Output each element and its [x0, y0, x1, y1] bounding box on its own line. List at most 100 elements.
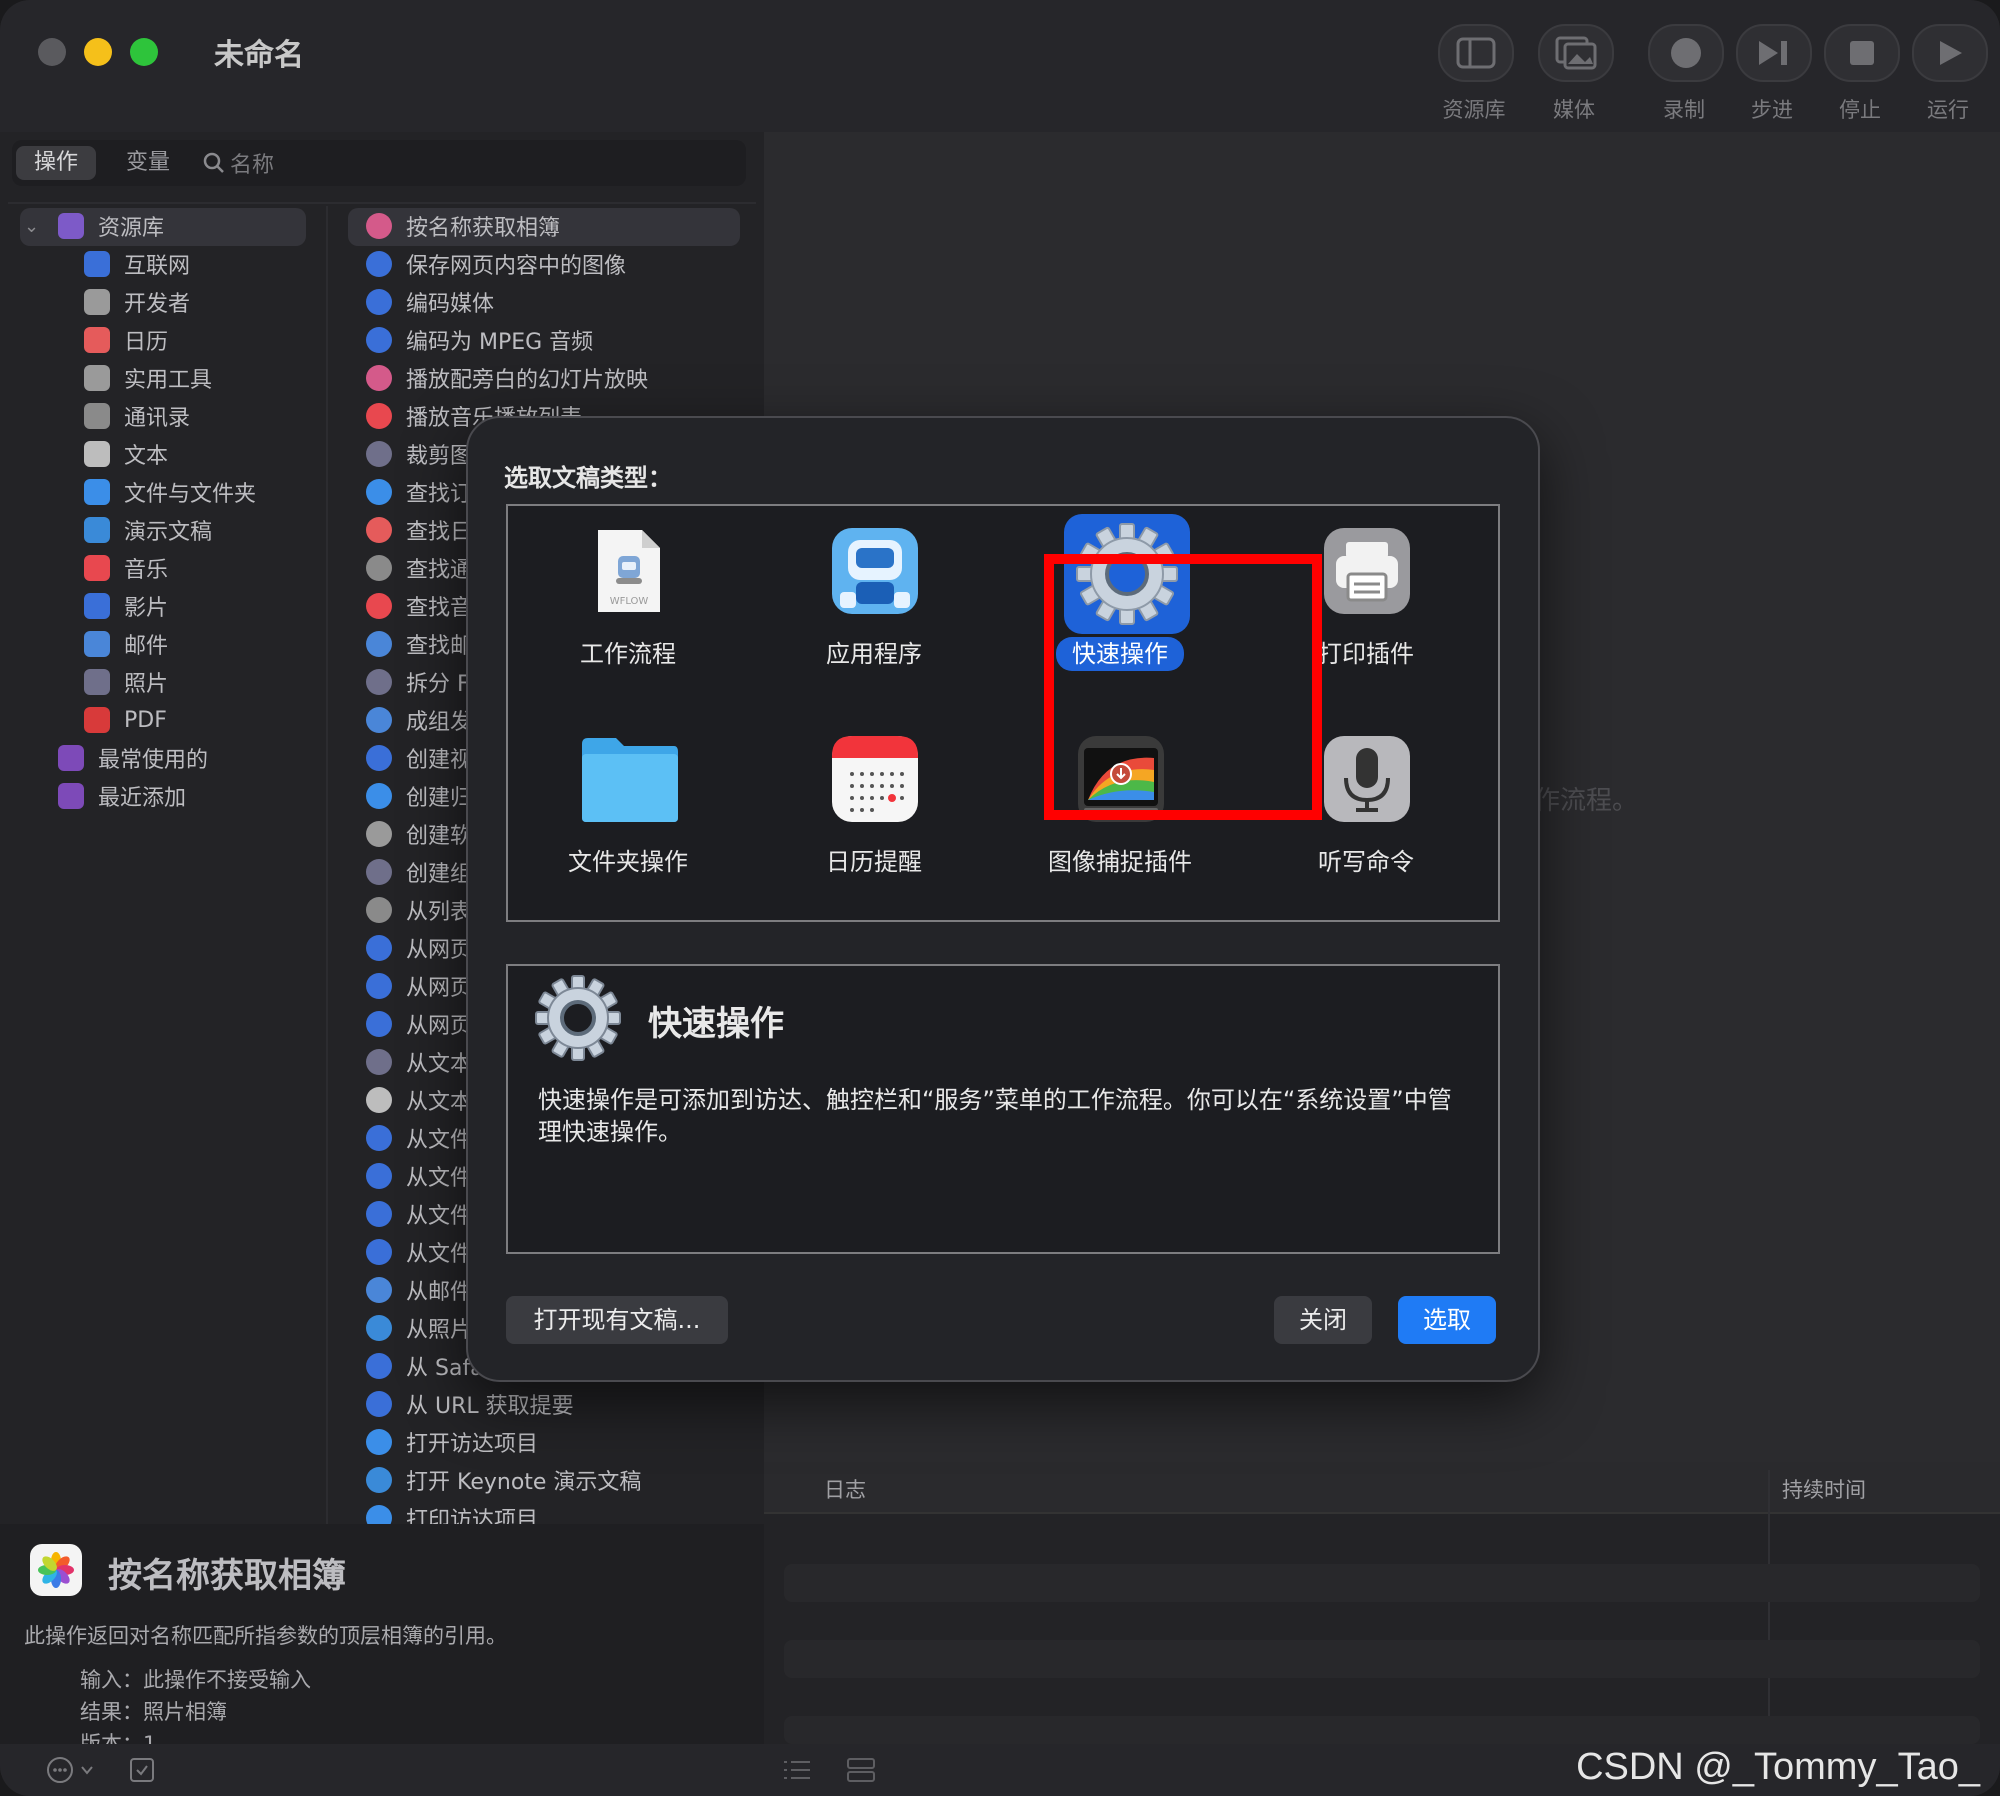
library-item[interactable]: 演示文稿 [84, 512, 212, 548]
search-field[interactable]: 名称 [202, 148, 274, 178]
library-item-icon [84, 593, 110, 619]
action-item[interactable]: 从邮件 [366, 1272, 472, 1308]
action-item[interactable]: 从文件 [366, 1120, 472, 1156]
action-item-icon [366, 973, 392, 999]
tab-actions[interactable]: 操作 [16, 146, 96, 180]
chevron-down-icon[interactable]: ⌄ [24, 216, 39, 237]
action-item[interactable]: 从列表 [366, 892, 472, 928]
step-button[interactable] [1736, 24, 1812, 82]
step-label: 步进 [1751, 98, 1793, 122]
action-item[interactable]: 从网页 [366, 930, 472, 966]
description-toggle-icon[interactable] [128, 1756, 156, 1784]
action-item-icon [366, 1429, 392, 1455]
run-button[interactable] [1912, 24, 1988, 82]
action-item[interactable]: 创建归 [366, 778, 472, 814]
library-item[interactable]: ⌄ 资源库 [24, 208, 164, 244]
list-view-icon[interactable] [782, 1756, 812, 1784]
library-item[interactable]: 开发者 [84, 284, 190, 320]
action-item[interactable]: 查找订 [366, 474, 472, 510]
action-item-icon [366, 1277, 392, 1303]
action-item[interactable]: 从照片 [366, 1310, 472, 1346]
action-item[interactable]: 播放配旁白的幻灯片放映 [366, 360, 648, 396]
action-item[interactable]: 从 URL 获取提要 [366, 1386, 574, 1422]
duration-column-header[interactable]: 持续时间 [1782, 1474, 1866, 1504]
minimize-window-button[interactable] [84, 38, 112, 66]
action-item[interactable]: 从文件 [366, 1158, 472, 1194]
open-existing-button[interactable]: 打开现有文稿... [506, 1296, 728, 1344]
row-view-icon[interactable] [846, 1756, 876, 1784]
action-item[interactable]: 创建软 [366, 816, 472, 852]
action-item-label: 按名称获取相簿 [406, 216, 561, 241]
action-item-icon [366, 1011, 392, 1037]
action-item-icon [366, 1239, 392, 1265]
stop-button[interactable] [1824, 24, 1900, 82]
action-item[interactable]: 从网页 [366, 1006, 472, 1042]
library-button[interactable] [1438, 24, 1514, 82]
record-button[interactable] [1648, 24, 1724, 82]
action-item[interactable]: 保存网页内容中的图像 [366, 246, 626, 282]
action-item[interactable]: 打开访达项目 [366, 1424, 538, 1460]
action-item[interactable]: 编码媒体 [366, 284, 494, 320]
action-item[interactable]: 打开 Keynote 演示文稿 [366, 1462, 641, 1498]
library-item[interactable]: 最常使用的 [58, 740, 208, 776]
choose-button[interactable]: 选取 [1398, 1296, 1496, 1344]
action-item[interactable]: 按名称获取相簿 [366, 208, 560, 244]
type-folder-action[interactable]: 文件夹操作 [508, 722, 748, 912]
action-item[interactable]: 从文本 [366, 1082, 472, 1118]
action-item[interactable]: 从文本 [366, 1044, 472, 1080]
library-item[interactable]: 互联网 [84, 246, 190, 282]
zoom-window-button[interactable] [130, 38, 158, 66]
type-workflow[interactable]: WFLOW 工作流程 [508, 514, 748, 704]
action-item[interactable]: 从文件 [366, 1234, 472, 1270]
action-item[interactable]: 编码为 MPEG 音频 [366, 322, 593, 358]
library-item[interactable]: 文本 [84, 436, 168, 472]
library-item[interactable]: PDF [84, 702, 167, 738]
more-options-icon[interactable] [46, 1756, 98, 1784]
action-item[interactable]: 创建视 [366, 740, 472, 776]
type-workflow-label: 工作流程 [580, 640, 676, 668]
action-item[interactable]: 从文件 [366, 1196, 472, 1232]
library-item-icon [84, 555, 110, 581]
type-print-plugin-label: 打印插件 [1318, 640, 1414, 668]
action-item[interactable]: 查找音 [366, 588, 472, 624]
type-folder-action-label: 文件夹操作 [568, 848, 688, 876]
action-item-icon [366, 1353, 392, 1379]
action-item-icon [366, 517, 392, 543]
library-item[interactable]: 最近添加 [58, 778, 186, 814]
tab-variables[interactable]: 变量 [108, 146, 188, 180]
type-calendar-alarm[interactable]: 日历提醒 [754, 722, 994, 912]
media-button[interactable] [1538, 24, 1614, 82]
library-item[interactable]: 邮件 [84, 626, 168, 662]
action-item[interactable]: 查找日 [366, 512, 472, 548]
close-window-button[interactable] [38, 38, 66, 66]
action-item-icon [366, 859, 392, 885]
action-item-label: 查找订 [406, 482, 473, 507]
close-button[interactable]: 关闭 [1274, 1296, 1372, 1344]
library-item[interactable]: 实用工具 [84, 360, 212, 396]
library-item-label: 音乐 [124, 558, 169, 583]
action-item[interactable]: 裁剪图 [366, 436, 472, 472]
library-item-icon [84, 517, 110, 543]
action-item-label: 保存网页内容中的图像 [406, 254, 627, 279]
library-item[interactable]: 通讯录 [84, 398, 190, 434]
library-item-icon [84, 669, 110, 695]
type-application[interactable]: 应用程序 [754, 514, 994, 704]
action-item-label: 成组发 [406, 710, 473, 735]
library-item[interactable]: 影片 [84, 588, 168, 624]
action-item[interactable]: 查找通 [366, 550, 472, 586]
library-item[interactable]: 音乐 [84, 550, 168, 586]
library-item[interactable]: 日历 [84, 322, 168, 358]
action-item-icon [366, 897, 392, 923]
action-item[interactable]: 从网页 [366, 968, 472, 1004]
log-column-header[interactable]: 日志 [824, 1474, 866, 1504]
action-item-label: 创建归 [406, 786, 473, 811]
library-item-label: 影片 [124, 596, 169, 621]
action-item[interactable]: 查找邮 [366, 626, 472, 662]
action-item-icon [366, 213, 392, 239]
action-item[interactable]: 创建组 [366, 854, 472, 890]
action-item[interactable]: 成组发 [366, 702, 472, 738]
divider [1768, 1470, 1770, 1744]
library-item[interactable]: 照片 [84, 664, 168, 700]
action-item[interactable]: 拆分 F [366, 664, 470, 700]
library-item[interactable]: 文件与文件夹 [84, 474, 256, 510]
